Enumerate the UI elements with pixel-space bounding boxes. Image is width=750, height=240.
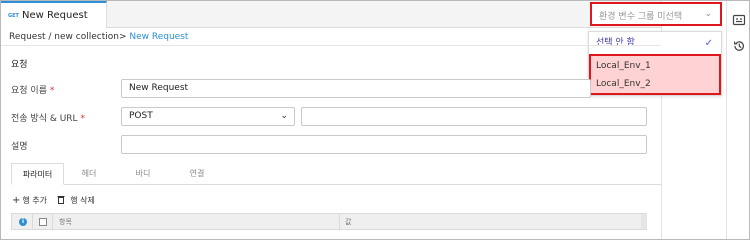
tab-new-request[interactable]: GET New Request [1, 1, 107, 28]
breadcrumb: Request / new collection> New Request [9, 32, 188, 42]
tab-title: New Request [22, 10, 88, 21]
breadcrumb-separator: > [118, 32, 127, 42]
breadcrumb-path: Request / new collection [9, 32, 119, 42]
url-input[interactable] [301, 107, 647, 126]
column-header-item: 항목 [59, 218, 72, 226]
env-select-placeholder: 환경 변수 그룹 미선택 [599, 12, 683, 22]
add-row-button[interactable]: + 행 추가 [12, 195, 47, 206]
params-table-header: i 항목 값 [11, 213, 647, 230]
column-header-value: 값 [345, 218, 352, 226]
section-title: 요청 [11, 60, 28, 70]
tab-parameters[interactable]: 파라미터 [11, 163, 64, 185]
request-name-value: New Request [129, 83, 189, 93]
history-icon[interactable] [732, 39, 746, 53]
column-divider [32, 214, 33, 229]
description-input[interactable] [121, 135, 647, 154]
env-option-label: Local_Env_1 [596, 61, 651, 71]
request-subtabs: 파라미터 헤더 바디 연결 [11, 163, 661, 185]
method-url-label: 전송 방식 & URL * [11, 111, 85, 124]
info-icon: i [19, 218, 27, 226]
tab-body[interactable]: 바디 [123, 163, 163, 185]
required-marker: * [49, 86, 55, 96]
tab-connection[interactable]: 연결 [177, 163, 217, 185]
select-all-checkbox[interactable] [39, 218, 47, 226]
table-scrollbar[interactable] [641, 214, 647, 229]
env-option-local-env-2[interactable]: Local_Env_2 [589, 74, 721, 95]
env-option-none[interactable]: 선택 안 함 ✓ [589, 33, 721, 54]
plus-icon: + [12, 195, 21, 206]
delete-row-label: 행 삭제 [70, 196, 95, 205]
trash-icon [57, 195, 68, 206]
method-select-value: POST [129, 111, 153, 121]
environment-group-select[interactable]: 환경 변수 그룹 미선택 ⌄ [590, 2, 722, 26]
method-select[interactable]: POST ⌄ [121, 107, 295, 126]
request-name-label: 요청 이름 * [11, 83, 54, 96]
add-row-label: 행 추가 [22, 196, 48, 205]
chevron-down-icon: ⌄ [280, 111, 288, 121]
breadcrumb-current[interactable]: New Request [127, 32, 188, 42]
tab-bar: GET New Request [1, 1, 661, 28]
method-url-label-text: 전송 방식 & URL [11, 114, 78, 124]
check-icon: ✓ [704, 38, 713, 49]
header-divider [1, 45, 661, 46]
request-name-label-text: 요청 이름 [11, 86, 47, 96]
column-divider [52, 214, 53, 229]
column-divider [339, 214, 340, 229]
env-option-label: 선택 안 함 [596, 38, 635, 48]
environment-panel-icon[interactable] [732, 13, 746, 27]
delete-row-button[interactable]: 행 삭제 [57, 195, 95, 206]
required-marker: * [80, 114, 85, 124]
env-option-label: Local_Env_2 [596, 79, 651, 89]
description-label: 설명 [11, 142, 28, 152]
env-dropdown-menu: 선택 안 함 ✓ Local_Env_1 Local_Env_2 [588, 31, 722, 96]
tab-headers[interactable]: 헤더 [69, 163, 109, 185]
right-icon-rail [726, 1, 750, 239]
chevron-down-icon: ⌄ [704, 9, 712, 19]
request-name-input[interactable]: New Request [121, 79, 591, 98]
method-badge: GET [8, 13, 19, 19]
